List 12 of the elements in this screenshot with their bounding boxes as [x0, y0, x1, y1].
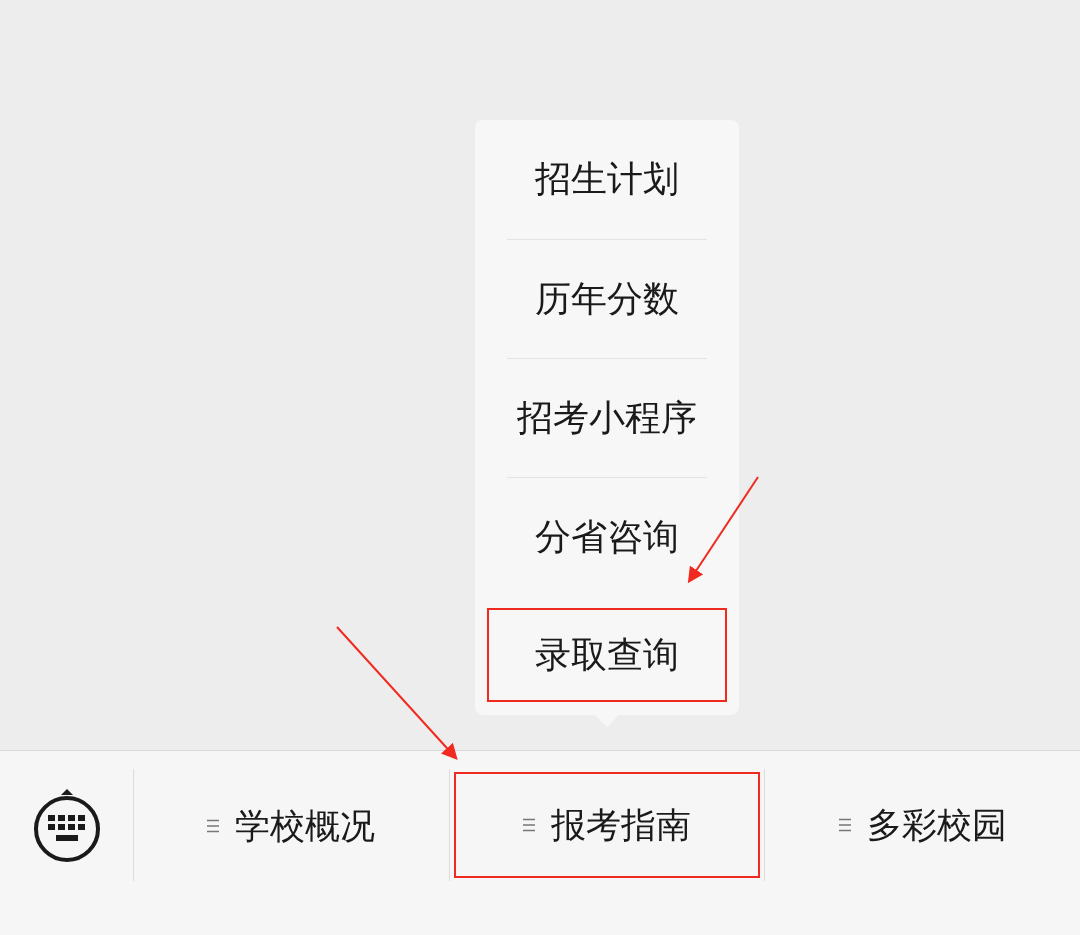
submenu-item[interactable]: 分省咨询	[507, 477, 707, 596]
menu-icon	[207, 819, 220, 833]
menu-tab[interactable]: 报考指南	[454, 772, 760, 878]
menu-tab[interactable]: 多彩校园	[769, 772, 1076, 878]
submenu-item[interactable]: 招生计划	[507, 120, 707, 239]
menu-icon	[838, 818, 851, 832]
submenu-item[interactable]: 招考小程序	[507, 358, 707, 477]
keyboard-icon[interactable]	[32, 787, 101, 863]
submenu-item[interactable]: 历年分数	[507, 239, 707, 358]
submenu-item[interactable]: 录取查询	[487, 608, 727, 702]
menu-tab[interactable]: 学校概况	[138, 773, 445, 879]
menu-icon	[523, 818, 535, 832]
